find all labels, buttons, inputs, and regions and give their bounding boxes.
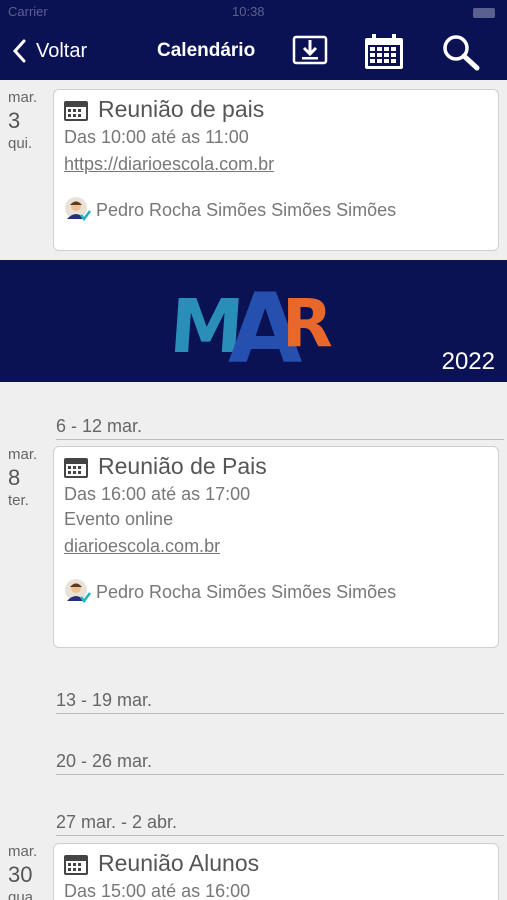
calendar-small-icon xyxy=(64,854,88,875)
week-header: 13 - 19 mar. xyxy=(56,690,504,714)
event-card[interactable]: Reunião de pais Das 10:00 até as 11:00 h… xyxy=(53,89,499,251)
banner-year: 2022 xyxy=(441,348,495,375)
status-bar: Carrier 10:38 xyxy=(0,4,507,22)
event-date: mar. 8 ter. xyxy=(8,445,37,511)
calendar-small-icon xyxy=(64,100,88,121)
event-weekday: ter. xyxy=(8,491,29,509)
event-month: mar. xyxy=(8,89,38,106)
event-card[interactable]: Reunião Alunos Das 15:00 até as 16:00 xyxy=(53,843,499,900)
header-bar: Carrier 10:38 Voltar Calendário xyxy=(0,0,507,80)
calendar-icon[interactable] xyxy=(363,33,405,71)
event-title: Reunião de Pais xyxy=(98,453,267,479)
event-location: Evento online xyxy=(64,509,174,529)
event-link[interactable]: diarioescola.com.br xyxy=(64,536,488,557)
event-title-row: Reunião de pais xyxy=(64,96,488,123)
event-author-name: Pedro Rocha Simões Simões Simões xyxy=(96,581,397,602)
event-title: Reunião Alunos xyxy=(98,850,260,876)
event-time: Das 10:00 até as 11:00 xyxy=(64,127,249,147)
event-author: Pedro Rocha Simões Simões Simões xyxy=(64,579,488,605)
search-icon[interactable] xyxy=(441,33,481,71)
back-label: Voltar xyxy=(36,39,88,62)
event-day: 3 xyxy=(8,108,21,134)
week-header: 6 - 12 mar. xyxy=(56,416,504,440)
teacher-avatar-icon xyxy=(65,197,91,222)
calendar-small-icon xyxy=(64,457,88,478)
event-time: Das 15:00 até as 16:00 xyxy=(64,881,251,900)
carrier-label: Carrier xyxy=(8,4,48,19)
event-weekday: qua. xyxy=(8,888,38,900)
battery-icon xyxy=(473,8,495,18)
chevron-left-icon xyxy=(12,39,26,63)
event-link[interactable]: https://diarioescola.com.br xyxy=(64,154,488,175)
back-button[interactable]: Voltar xyxy=(12,36,87,66)
week-header: 20 - 26 mar. xyxy=(56,751,504,775)
month-banner: M A R 2022 xyxy=(0,260,507,382)
event-author: Pedro Rocha Simões Simões Simões xyxy=(64,197,488,223)
event-title: Reunião de pais xyxy=(98,96,265,122)
event-month: mar. xyxy=(8,446,38,463)
event-month: mar. xyxy=(8,843,38,860)
status-time: 10:38 xyxy=(232,4,265,19)
svg-text:R: R xyxy=(282,285,333,362)
page-title: Calendário xyxy=(157,40,256,61)
download-icon[interactable] xyxy=(292,33,328,67)
event-title-row: Reunião Alunos xyxy=(64,850,488,877)
event-date: mar. 3 qui. xyxy=(8,88,37,154)
teacher-avatar-icon xyxy=(65,579,91,604)
event-time: Das 16:00 até as 17:00 xyxy=(64,484,251,504)
event-card[interactable]: Reunião de Pais Das 16:00 até as 17:00 E… xyxy=(53,446,499,648)
event-day: 30 xyxy=(8,862,33,888)
event-date: mar. 30 qua. xyxy=(8,842,37,900)
event-day: 8 xyxy=(8,465,21,491)
event-author-name: Pedro Rocha Simões Simões Simões xyxy=(96,199,397,220)
event-title-row: Reunião de Pais xyxy=(64,453,488,480)
event-weekday: qui. xyxy=(8,134,33,152)
week-header: 27 mar. - 2 abr. xyxy=(56,812,504,836)
month-logo-image: M A R xyxy=(170,273,333,368)
